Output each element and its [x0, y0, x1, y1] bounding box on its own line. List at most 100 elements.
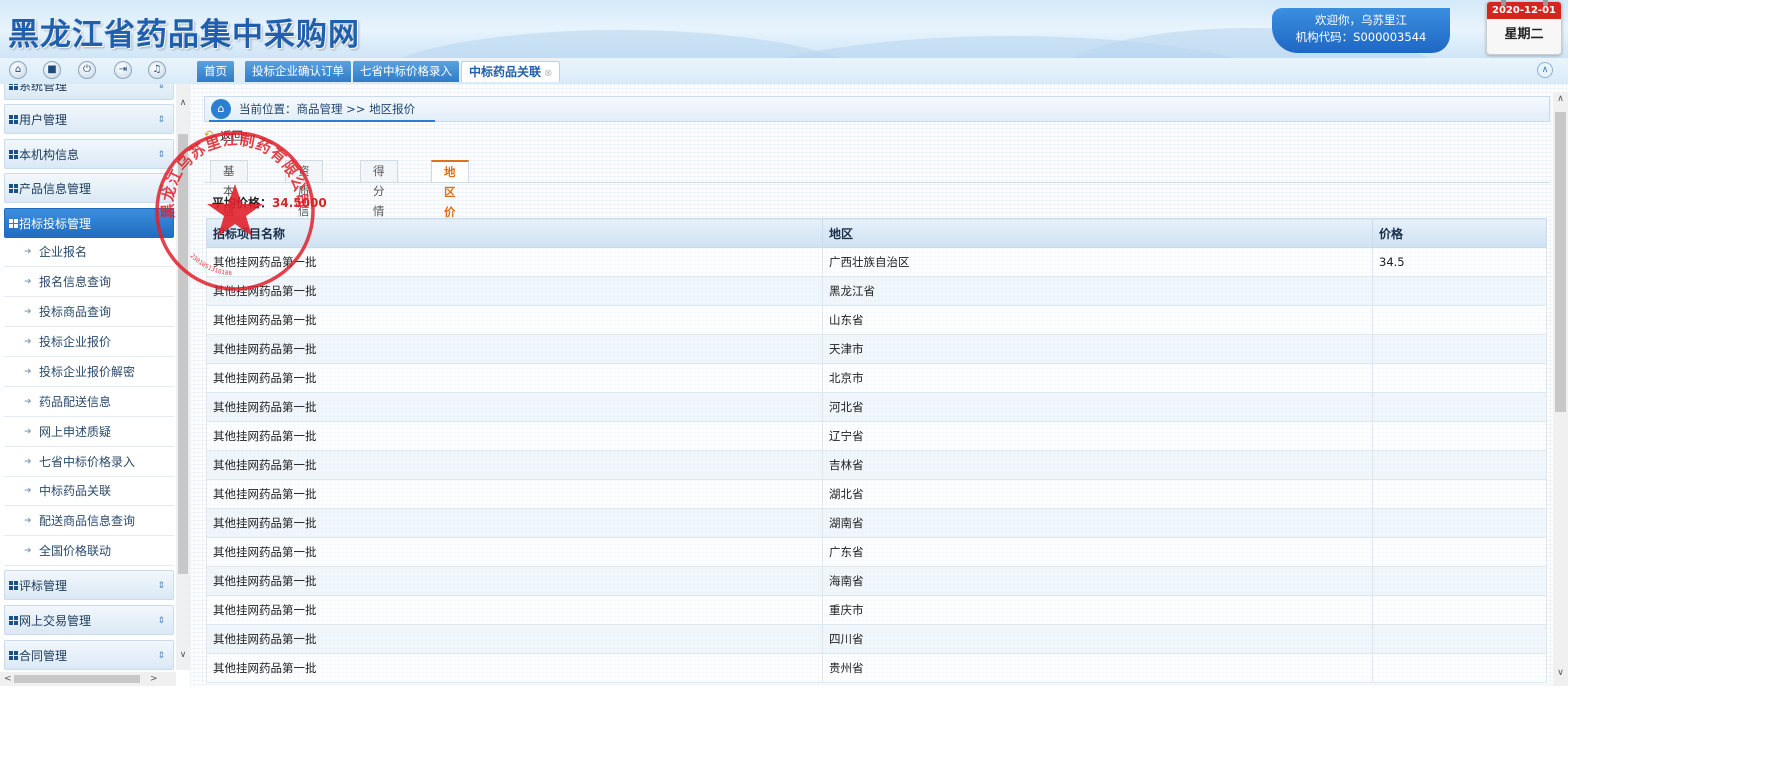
- tab-regional-price[interactable]: 地区价格: [431, 160, 469, 239]
- header-banner: 黑龙江省药品集中采购网 欢迎你，乌苏里江 机构代码：S000003544 202…: [0, 0, 1568, 58]
- sidebar-item-label: 投标企业报价解密: [39, 365, 136, 379]
- arrow-right-icon: ➜: [24, 307, 32, 317]
- toolbar: ⌂ ■ ⏻ ⇥ ♫ 首页 投标企业确认订单 七省中标价格录入 中标药品关联 ⊗ ∧: [0, 58, 1568, 84]
- table-row[interactable]: 其他挂网药品第一批 广西壮族自治区 34.5: [206, 247, 1547, 277]
- table-row[interactable]: 其他挂网药品第一批 河北省: [206, 392, 1547, 422]
- cell-price: [1372, 508, 1547, 538]
- column-header-project[interactable]: 招标项目名称: [206, 218, 823, 248]
- chevron-updown-icon: ⇕: [157, 184, 165, 194]
- sidebar-group-evaluation[interactable]: 评标管理 ⇕: [4, 570, 174, 600]
- cell-project-name: 其他挂网药品第一批: [206, 305, 823, 335]
- tab-close-icon[interactable]: ⊗: [544, 68, 552, 79]
- sidebar-item-national-price-link[interactable]: ➜ 全国价格联动: [4, 537, 174, 566]
- sidebar-item-label: 报名信息查询: [39, 275, 112, 289]
- average-price: 平均价格：34.5000: [212, 194, 327, 211]
- scroll-left-icon[interactable]: <: [4, 672, 12, 686]
- sidebar-group-org-info[interactable]: 本机构信息 ⇕: [4, 139, 174, 169]
- cell-region: 湖南省: [822, 508, 1373, 538]
- table-row[interactable]: 其他挂网药品第一批 黑龙江省: [206, 276, 1547, 306]
- exit-icon[interactable]: ⇥: [114, 61, 132, 79]
- cell-region: 重庆市: [822, 595, 1373, 625]
- sidebar-item-seven-province-price[interactable]: ➜ 七省中标价格录入: [4, 448, 174, 477]
- cell-project-name: 其他挂网药品第一批: [206, 595, 823, 625]
- sidebar-item-label: 药品配送信息: [39, 395, 112, 409]
- cell-project-name: 其他挂网药品第一批: [206, 276, 823, 306]
- sidebar-item-delivery-info[interactable]: ➜ 药品配送信息: [4, 388, 174, 417]
- tab-home[interactable]: 首页: [197, 61, 234, 82]
- cell-region: 河北省: [822, 392, 1373, 422]
- table-row[interactable]: 其他挂网药品第一批 广东省: [206, 537, 1547, 567]
- average-price-value: 34.5000: [272, 196, 327, 210]
- cell-region: 四川省: [822, 624, 1373, 654]
- tab-winning-drug-link[interactable]: 中标药品关联 ⊗: [461, 61, 561, 82]
- scroll-up-icon[interactable]: ∧: [176, 96, 190, 110]
- table-row[interactable]: 其他挂网药品第一批 辽宁省: [206, 421, 1547, 451]
- cell-project-name: 其他挂网药品第一批: [206, 363, 823, 393]
- sidebar-group-bidding[interactable]: 招标投标管理: [4, 208, 174, 238]
- home-icon[interactable]: ⌂: [9, 61, 27, 79]
- breadcrumb-underline: [209, 120, 435, 122]
- grid-icon: [9, 184, 18, 193]
- sidebar-item-winning-drug-link[interactable]: ➜ 中标药品关联: [4, 477, 174, 506]
- table-row[interactable]: 其他挂网药品第一批 吉林省: [206, 450, 1547, 480]
- table-row[interactable]: 其他挂网药品第一批 贵州省: [206, 653, 1547, 683]
- lock-icon[interactable]: ■: [43, 61, 61, 79]
- sidebar-item-delivery-product-query[interactable]: ➜ 配送商品信息查询: [4, 507, 174, 536]
- cell-region: 北京市: [822, 363, 1373, 393]
- table-row[interactable]: 其他挂网药品第一批 山东省: [206, 305, 1547, 335]
- collapse-header-icon[interactable]: ∧: [1537, 62, 1553, 78]
- tab-qualification[interactable]: 资质信息: [285, 160, 323, 238]
- content-scroll-thumb[interactable]: [1555, 112, 1566, 412]
- tab-basic-info[interactable]: 基本信息: [210, 160, 248, 238]
- content-scrollbar[interactable]: ∧ ∨: [1553, 92, 1568, 686]
- home-icon[interactable]: ⌂: [211, 99, 231, 119]
- tab-confirm-orders[interactable]: 投标企业确认订单: [245, 61, 351, 82]
- sidebar-group-online-trade[interactable]: 网上交易管理 ⇕: [4, 605, 174, 635]
- back-link[interactable]: 返回: [220, 128, 243, 144]
- column-header-region[interactable]: 地区: [822, 218, 1373, 248]
- cell-project-name: 其他挂网药品第一批: [206, 537, 823, 567]
- sidebar-group-contracts[interactable]: 合同管理 ⇕: [4, 640, 174, 670]
- sidebar-item-bid-quote[interactable]: ➜ 投标企业报价: [4, 328, 174, 357]
- sidebar-scroll-thumb[interactable]: [178, 134, 188, 574]
- scroll-right-icon[interactable]: >: [150, 672, 158, 686]
- sidebar-item-signup-query[interactable]: ➜ 报名信息查询: [4, 268, 174, 297]
- power-icon[interactable]: ⏻: [78, 61, 96, 79]
- table-row[interactable]: 其他挂网药品第一批 北京市: [206, 363, 1547, 393]
- calendar-widget: 2020-12-01 星期二: [1486, 0, 1562, 55]
- table-row[interactable]: 其他挂网药品第一批 四川省: [206, 624, 1547, 654]
- tab-score[interactable]: 得分情况: [360, 160, 398, 238]
- sidebar-group-users[interactable]: 用户管理 ⇕: [4, 104, 174, 134]
- group-label: 评标管理: [19, 579, 68, 593]
- tab-label: 中标药品关联: [469, 65, 542, 79]
- sidebar-menu: 系统管理 ⇕ 用户管理 ⇕ 本机构信息 ⇕ 产品信息管理 ⇕ 招标投标管理 ➜ 企业报名 …: [0, 84, 190, 686]
- column-header-price[interactable]: 价格: [1372, 218, 1547, 248]
- table-row[interactable]: 其他挂网药品第一批 湖北省: [206, 479, 1547, 509]
- chevron-updown-icon: ⇕: [157, 150, 165, 160]
- back-arrow-icon[interactable]: ↶: [204, 128, 213, 141]
- scroll-down-icon[interactable]: ∨: [176, 648, 190, 662]
- sidebar-hscroll-thumb[interactable]: [14, 675, 140, 683]
- regional-price-table: 招标项目名称 地区 价格 其他挂网药品第一批 广西壮族自治区 34.5 其他挂网药品第…: [206, 218, 1547, 683]
- table-row[interactable]: 其他挂网药品第一批 天津市: [206, 334, 1547, 364]
- table-row[interactable]: 其他挂网药品第一批 湖南省: [206, 508, 1547, 538]
- scroll-down-icon[interactable]: ∨: [1553, 668, 1568, 678]
- tab-seven-province-price[interactable]: 七省中标价格录入: [353, 61, 459, 82]
- grid-icon: [9, 84, 18, 90]
- cell-price: [1372, 305, 1547, 335]
- site-title: 黑龙江省药品集中采购网: [8, 17, 360, 53]
- table-row[interactable]: 其他挂网药品第一批 海南省: [206, 566, 1547, 596]
- sidebar-item-online-appeal[interactable]: ➜ 网上申述质疑: [4, 418, 174, 447]
- sidebar-item-bid-product-query[interactable]: ➜ 投标商品查询: [4, 298, 174, 327]
- sidebar-group-products[interactable]: 产品信息管理 ⇕: [4, 173, 174, 203]
- sidebar-item-quote-decrypt[interactable]: ➜ 投标企业报价解密: [4, 358, 174, 387]
- sound-icon[interactable]: ♫: [148, 61, 166, 79]
- sidebar-item-enterprise-signup[interactable]: ➜ 企业报名: [4, 238, 174, 267]
- table-row[interactable]: 其他挂网药品第一批 重庆市: [206, 595, 1547, 625]
- arrow-right-icon: ➜: [24, 367, 32, 377]
- sidebar-group-system[interactable]: 系统管理 ⇕: [4, 84, 174, 100]
- scroll-up-icon[interactable]: ∧: [1553, 94, 1568, 104]
- cell-region: 湖北省: [822, 479, 1373, 509]
- sidebar-hscrollbar[interactable]: < >: [0, 672, 176, 686]
- cell-region: 山东省: [822, 305, 1373, 335]
